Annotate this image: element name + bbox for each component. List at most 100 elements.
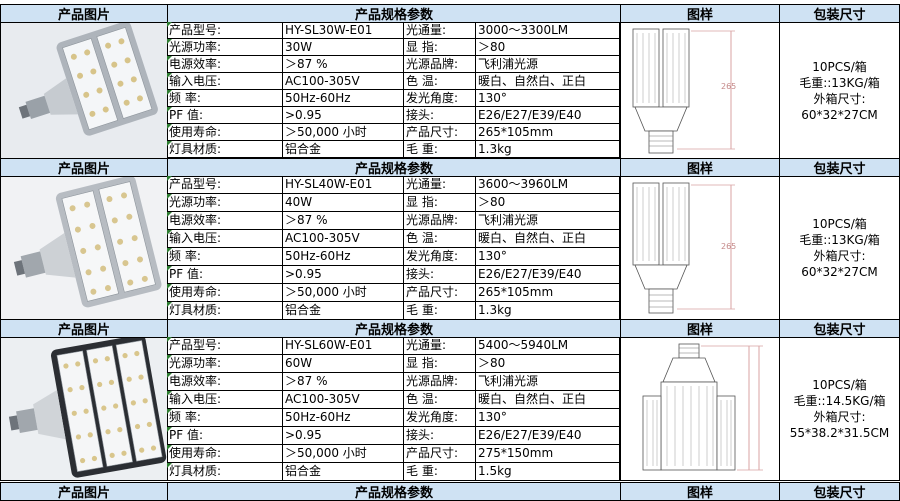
spec-label: 毛 重:	[404, 302, 476, 320]
spec-label: 频 率:	[167, 248, 283, 266]
spec-label: 发光角度:	[404, 248, 476, 266]
spec-value: 1.3kg	[476, 141, 620, 158]
spec-label: 灯具材质:	[167, 463, 283, 481]
pack-qty: 10PCS/箱	[812, 378, 867, 392]
spec-label: PF 值:	[167, 107, 283, 124]
spec-value: E26/E27/E39/E40	[476, 107, 620, 124]
header-pack: 包装尺寸	[779, 482, 900, 501]
spec-label: 光源功率:	[167, 194, 283, 212]
spec-label: 产品尺寸:	[404, 284, 476, 302]
spec-label: 频 率:	[167, 90, 283, 107]
spec-value: 265*105mm	[476, 284, 620, 302]
spec-value: AC100-305V	[283, 391, 404, 409]
spec-label: 使用寿命:	[167, 284, 283, 302]
spec-value: 3600～3960LM	[476, 176, 620, 194]
spec-label: 显 指:	[404, 355, 476, 373]
spec-value: E26/E27/E39/E40	[476, 427, 620, 445]
product-photo-30w	[0, 22, 168, 159]
spec-label: 色 温:	[404, 391, 476, 409]
spec-label: 接头:	[404, 107, 476, 124]
spec-label: 接头:	[404, 266, 476, 284]
spec-label: 光源功率:	[167, 39, 283, 56]
header-photo: 产品图片	[0, 482, 168, 501]
spec-value: 3000～3300LM	[476, 22, 620, 39]
spec-value: 暖白、自然白、正白	[476, 73, 620, 90]
spec-value: >0.95	[283, 107, 404, 124]
spec-label: 色 温:	[404, 230, 476, 248]
spec-value: 1.5kg	[476, 463, 620, 481]
spec-label: 光源品牌:	[404, 212, 476, 230]
spec-label: 产品尺寸:	[404, 445, 476, 463]
spec-value: ＞80	[476, 355, 620, 373]
spec-label: 输入电压:	[167, 230, 283, 248]
spec-label: 光通量:	[404, 22, 476, 39]
spec-value: 暖白、自然白、正白	[476, 230, 620, 248]
header-drawing: 图样	[620, 482, 780, 501]
spec-label: 灯具材质:	[167, 141, 283, 158]
pack-info-30w: 10PCS/箱 毛重::13KG/箱 外箱尺寸: 60*32*27CM	[779, 22, 900, 159]
product-drawing-60w	[620, 337, 780, 481]
header-drawing: 图样	[620, 4, 780, 23]
spec-value: 铝合金	[283, 141, 404, 158]
spec-label: 光源功率:	[167, 355, 283, 373]
pack-weight: 毛重::13KG/箱	[799, 233, 880, 247]
spec-value: 铝合金	[283, 302, 404, 320]
spec-value: AC100-305V	[283, 230, 404, 248]
spec-label: 产品型号:	[167, 22, 283, 39]
spec-value: E26/E27/E39/E40	[476, 266, 620, 284]
spec-value: 铝合金	[283, 463, 404, 481]
product-drawing-30w: 265	[620, 22, 780, 159]
spec-value: 275*150mm	[476, 445, 620, 463]
spec-value: ＞50,000 小时	[283, 445, 404, 463]
product-photo-60w	[0, 337, 168, 481]
spec-label: 发光角度:	[404, 90, 476, 107]
spec-value: 5400～5940LM	[476, 337, 620, 355]
pack-box-label: 外箱尺寸:	[813, 91, 866, 106]
spec-value: 飞利浦光源	[476, 373, 620, 391]
spec-value: 50Hz-60Hz	[283, 409, 404, 427]
spec-label: 光源品牌:	[404, 373, 476, 391]
spec-label: 产品型号:	[167, 337, 283, 355]
header-photo: 产品图片	[0, 4, 168, 23]
product-drawing-40w: 265	[620, 176, 780, 320]
pack-box-size: 55*38.2*31.5CM	[789, 426, 890, 440]
header-pack: 包装尺寸	[779, 158, 900, 177]
spec-label: 显 指:	[404, 194, 476, 212]
spec-value: 60W	[283, 355, 404, 373]
spec-label: 色 温:	[404, 73, 476, 90]
spec-label: 输入电压:	[167, 391, 283, 409]
header-drawing: 图样	[620, 319, 780, 338]
spec-label: 光通量:	[404, 176, 476, 194]
spec-value: 130°	[476, 409, 620, 427]
spec-value: >0.95	[283, 427, 404, 445]
pack-weight: 毛重::13KG/箱	[799, 75, 880, 90]
spec-label: 光源品牌:	[404, 56, 476, 73]
spec-label: 产品型号:	[167, 176, 283, 194]
spec-label: 毛 重:	[404, 141, 476, 158]
spec-label: 电源效率:	[167, 212, 283, 230]
spec-value: 暖白、自然白、正白	[476, 391, 620, 409]
pack-box-label: 外箱尺寸:	[813, 410, 866, 424]
spec-label: 频 率:	[167, 409, 283, 427]
spec-value: 30W	[283, 39, 404, 56]
spec-value: 飞利浦光源	[476, 212, 620, 230]
pack-box-size: 60*32*27CM	[801, 265, 878, 279]
header-photo: 产品图片	[0, 158, 168, 177]
pack-box-label: 外箱尺寸:	[813, 249, 866, 263]
spec-label: 显 指:	[404, 39, 476, 56]
spec-label: 电源效率:	[167, 56, 283, 73]
spec-value: ＞80	[476, 39, 620, 56]
spec-value: ＞87 %	[283, 212, 404, 230]
spec-label: 电源效率:	[167, 373, 283, 391]
spec-label: 光通量:	[404, 337, 476, 355]
header-spec: 产品规格参数	[167, 158, 621, 177]
spec-value: 50Hz-60Hz	[283, 248, 404, 266]
spec-value: ＞87 %	[283, 373, 404, 391]
pack-info-40w: 10PCS/箱 毛重::13KG/箱 外箱尺寸: 60*32*27CM	[779, 176, 900, 320]
spec-value: HY-SL40W-E01	[283, 176, 404, 194]
header-drawing: 图样	[620, 158, 780, 177]
header-spec: 产品规格参数	[167, 319, 621, 338]
spec-label: PF 值:	[167, 266, 283, 284]
spec-value: ＞50,000 小时	[283, 284, 404, 302]
spec-value: 1.3kg	[476, 302, 620, 320]
